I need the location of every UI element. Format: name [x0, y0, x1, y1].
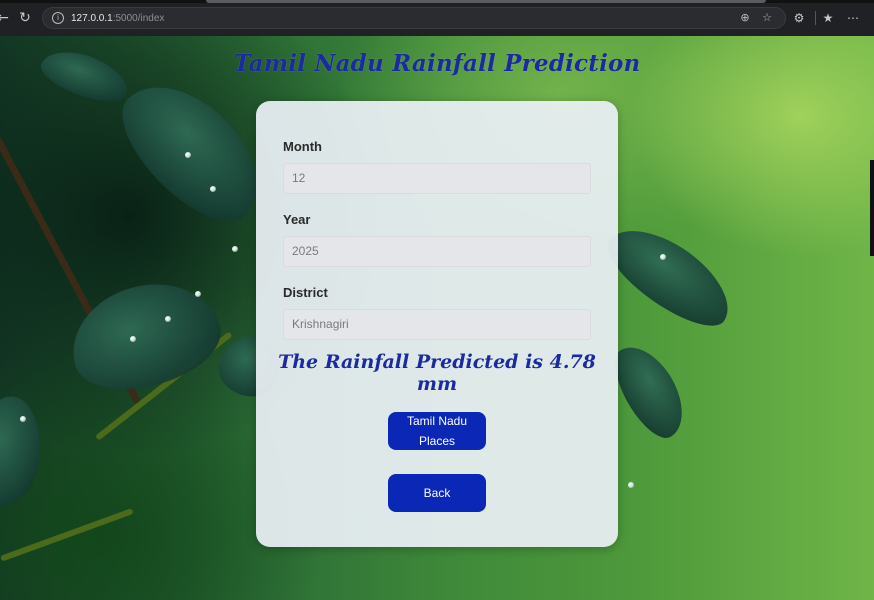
side-panel-tab[interactable] — [870, 160, 874, 256]
water-drop — [165, 316, 171, 322]
year-field[interactable]: 2025 — [283, 236, 591, 267]
leaf-shape — [59, 268, 231, 404]
url-host: 127.0.0.1 — [71, 13, 113, 24]
url-text[interactable]: 127.0.0.1:5000/index — [71, 12, 164, 25]
branch-stem — [0, 508, 134, 562]
water-drop — [210, 186, 216, 192]
year-label: Year — [283, 212, 311, 227]
star-icon[interactable]: ☆ — [759, 10, 775, 26]
back-arrow-icon[interactable]: ← — [0, 9, 12, 27]
page-background: Tamil Nadu Rainfall Prediction Month 12 … — [0, 36, 874, 600]
url-path: :5000/index — [112, 13, 165, 24]
water-drop — [185, 152, 191, 158]
prediction-result: The Rainfall Predicted is 4.78 mm — [278, 351, 596, 395]
leaf-shape — [0, 390, 50, 512]
page-title: Tamil Nadu Rainfall Prediction — [233, 50, 641, 77]
toolbar-divider — [815, 11, 816, 25]
tab-strip — [0, 0, 874, 3]
more-icon[interactable]: ⋯ — [844, 9, 862, 27]
address-bar[interactable]: i 127.0.0.1:5000/index ⊕ ☆ — [42, 7, 786, 29]
reload-icon[interactable]: ↻ — [16, 9, 34, 27]
active-tab-edge — [206, 0, 766, 3]
water-drop — [660, 254, 666, 260]
back-button[interactable]: Back — [388, 474, 486, 512]
month-field[interactable]: 12 — [283, 163, 591, 194]
favorites-icon[interactable]: ★ — [819, 9, 837, 27]
district-label: District — [283, 285, 328, 300]
prediction-card: Month 12 Year 2025 District Krishnagiri … — [256, 101, 618, 547]
month-label: Month — [283, 139, 322, 154]
district-field[interactable]: Krishnagiri — [283, 309, 591, 340]
water-drop — [20, 416, 26, 422]
zoom-icon[interactable]: ⊕ — [737, 10, 753, 26]
water-drop — [232, 246, 238, 252]
water-drop — [628, 482, 634, 488]
tamil-nadu-places-button[interactable]: Tamil Nadu Places — [388, 412, 486, 450]
browser-toolbar: ← ↻ i 127.0.0.1:5000/index ⊕ ☆ ⚙ ★ ⋯ — [0, 0, 874, 36]
site-info-icon[interactable]: i — [52, 12, 64, 24]
water-drop — [195, 291, 201, 297]
water-drop — [130, 336, 136, 342]
extensions-icon[interactable]: ⚙ — [790, 9, 808, 27]
